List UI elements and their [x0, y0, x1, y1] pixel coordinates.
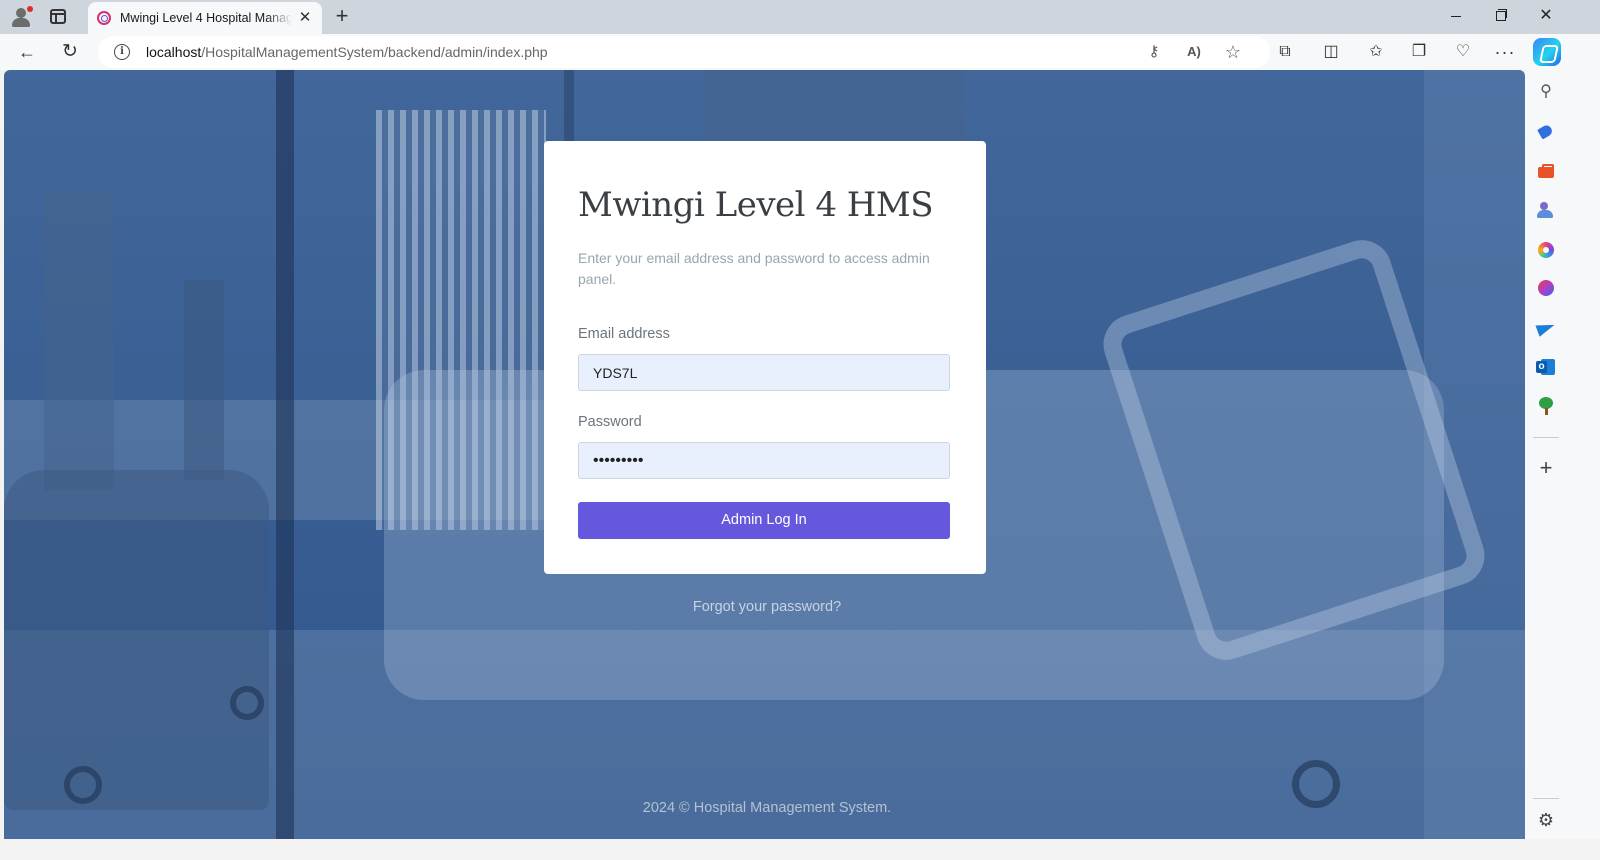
tab-close-icon[interactable]: ✕ [296, 9, 314, 27]
address-bar[interactable]: i localhost/HospitalManagementSystem/bac… [98, 36, 1270, 68]
extensions-icon[interactable]: ⧉ [1272, 39, 1298, 65]
url-host: localhost [146, 44, 202, 60]
password-label: Password [578, 414, 642, 430]
page-footer: 2024 © Hospital Management System. [642, 800, 892, 816]
login-card: Mwingi Level 4 HMS Enter your email addr… [544, 141, 986, 574]
tab-title: Mwingi Level 4 Hospital Management Syste… [120, 11, 292, 25]
sidebar-drop-send-icon[interactable] [1536, 318, 1556, 338]
background-building [44, 190, 114, 490]
background-chair [4, 470, 269, 810]
password-key-icon[interactable]: ⚷ [1143, 41, 1165, 63]
more-menu-icon[interactable]: ··· [1492, 39, 1518, 65]
new-tab-button[interactable]: + [331, 4, 353, 28]
add-favorite-star-icon[interactable]: ☆ [1222, 41, 1244, 63]
favorites-icon[interactable]: ✩ [1363, 39, 1389, 65]
login-title: Mwingi Level 4 HMS [578, 185, 934, 225]
browser-toolbar: ← ↻ i localhost/HospitalManagementSystem… [0, 34, 1600, 70]
site-info-icon[interactable]: i [114, 44, 130, 60]
window-close-button[interactable]: ✕ [1523, 0, 1569, 32]
sidebar-search-icon[interactable]: ⚲ [1536, 82, 1556, 102]
email-label: Email address [578, 326, 670, 342]
sidebar-divider [1533, 798, 1559, 799]
background-window-frame [276, 70, 294, 839]
window-bottom-edge [0, 839, 1600, 860]
tab-strip: Mwingi Level 4 Hospital Management Syste… [0, 0, 1600, 34]
window-minimize-button[interactable] [1433, 0, 1479, 32]
browser-tab-active[interactable]: Mwingi Level 4 Hospital Management Syste… [88, 2, 322, 34]
background-wheel [230, 686, 264, 720]
forgot-password-link[interactable]: Forgot your password? [4, 599, 1525, 615]
sidebar-tree-icon[interactable] [1536, 396, 1556, 416]
sidebar-tools-briefcase-icon[interactable] [1536, 161, 1556, 181]
sidebar-divider [1533, 437, 1559, 438]
read-aloud-icon[interactable]: A) [1183, 41, 1205, 63]
browser-essentials-icon[interactable]: ♡ [1450, 39, 1476, 65]
back-arrow-icon[interactable]: ← [12, 37, 42, 67]
copilot-icon[interactable] [1533, 38, 1561, 66]
sidebar-shopping-tag-icon[interactable] [1536, 122, 1556, 142]
background-wheel [64, 766, 102, 804]
sidebar-outlook-icon[interactable] [1536, 357, 1556, 377]
collections-icon[interactable]: ❐ [1406, 39, 1432, 65]
sidebar-settings-gear-icon[interactable]: ⚙ [1536, 810, 1556, 830]
site-favicon-icon [97, 11, 111, 25]
notification-dot [27, 6, 33, 12]
page-viewport: Mwingi Level 4 HMS Enter your email addr… [4, 70, 1525, 839]
split-screen-icon[interactable]: ◫ [1318, 39, 1344, 65]
profile-avatar-icon[interactable] [10, 6, 33, 28]
sidebar-designer-icon[interactable] [1536, 278, 1556, 298]
sidebar-microsoft365-icon[interactable] [1536, 240, 1556, 260]
reload-icon[interactable]: ↻ [55, 37, 85, 67]
email-field[interactable] [578, 354, 950, 391]
admin-login-button[interactable]: Admin Log In [578, 502, 950, 539]
window-restore-button[interactable] [1477, 0, 1523, 32]
url-path: /HospitalManagementSystem/backend/admin/… [201, 44, 548, 60]
browser-sidebar: ⚲ + ⚙ [1525, 70, 1600, 860]
login-subtitle: Enter your email address and password to… [578, 250, 930, 287]
sidebar-add-icon[interactable]: + [1536, 457, 1556, 479]
tab-actions-icon[interactable] [50, 9, 66, 24]
background-building [184, 280, 224, 480]
url-text[interactable]: localhost/HospitalManagementSystem/backe… [146, 44, 548, 60]
password-field[interactable] [578, 442, 950, 479]
sidebar-games-icon[interactable] [1536, 200, 1556, 220]
